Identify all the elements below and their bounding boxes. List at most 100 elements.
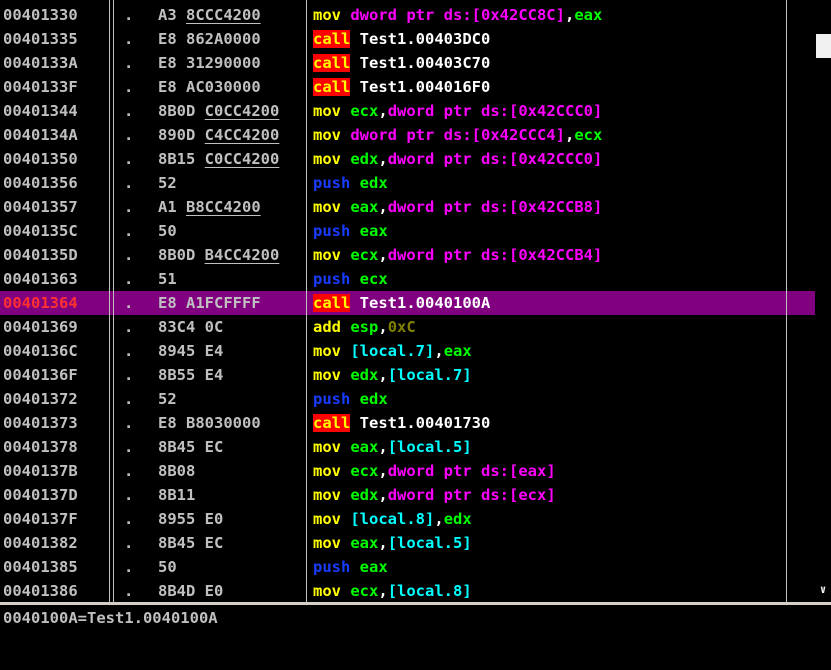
address-cell: 00401350 (3, 150, 78, 168)
operand: , (378, 198, 388, 216)
mnemonic: call (313, 78, 351, 96)
instruction-row[interactable]: 00401350. 8B15 C0CC4200 mov edx,dword ptr … (0, 147, 815, 171)
operand: [local.7] (350, 342, 435, 360)
operand: eax (350, 438, 379, 456)
column-separator[interactable] (113, 0, 114, 602)
hex-dump-cell: 8B45 EC (158, 531, 306, 555)
hex-bytes: 8B4D E0 (158, 582, 224, 600)
flow-marker: . (124, 102, 134, 120)
address-cell: 0040133A (3, 54, 78, 72)
hex-dump-cell: 8B15 C0CC4200 (158, 147, 306, 171)
instruction-row[interactable]: 00401344. 8B0D C0CC4200 mov ecx,dword ptr … (0, 99, 815, 123)
instruction-row[interactable]: 0040133A. E8 31290000 call Test1.00403C70 (0, 51, 815, 75)
hex-bytes: 8955 E0 (158, 510, 224, 528)
address-cell: 00401357 (3, 198, 78, 216)
scrollbar-thumb[interactable] (816, 34, 831, 58)
instruction-cell: push ecx (313, 267, 388, 291)
operand: Test1.00403C70 (359, 54, 491, 72)
hex-fixup-bytes: C0CC4200 (204, 150, 280, 168)
instruction-row[interactable]: 0040134A. 890D C4CC4200 mov dword ptr ds:[… (0, 123, 815, 147)
operand: , (378, 246, 388, 264)
instruction-row[interactable]: 00401356. 52 push edx (0, 171, 815, 195)
column-separator[interactable] (786, 0, 787, 602)
hex-dump-cell: 8955 E0 (158, 507, 306, 531)
info-text: 0040100A=Test1.0040100A (3, 609, 218, 627)
instruction-row[interactable]: 00401357. A1 B8CC4200 mov eax,dword ptr ds… (0, 195, 815, 219)
vertical-scrollbar[interactable]: ∨ (815, 0, 831, 602)
instruction-row[interactable]: 0040135C. 50 push eax (0, 219, 815, 243)
hex-fixup-bytes: 8CCC4200 (186, 6, 261, 24)
operand: , (564, 126, 575, 144)
flow-marker: . (124, 486, 134, 504)
instruction-row[interactable]: 00401335. E8 862A0000 call Test1.00403DC0 (0, 27, 815, 51)
instruction-row[interactable]: 0040137D. 8B11 mov edx,dword ptr ds:[ecx] (0, 483, 815, 507)
instruction-cell: add esp,0xC (313, 315, 416, 339)
hex-fixup-bytes: B8CC4200 (186, 198, 261, 216)
hex-dump-cell: 8B11 (158, 483, 306, 507)
instruction-cell: mov edx,dword ptr ds:[0x42CCC0] (313, 147, 602, 171)
operand: ecx (350, 102, 379, 120)
instruction-row[interactable]: 0040136C. 8945 E4 mov [local.7],eax (0, 339, 815, 363)
address-cell: 00401378 (3, 438, 78, 456)
hex-bytes: 50 (158, 222, 177, 240)
hex-dump-cell: 8B45 EC (158, 435, 306, 459)
instruction-row[interactable]: 00401385. 50 push eax (0, 555, 815, 579)
instruction-cell: call Test1.00403C70 (313, 51, 490, 75)
flow-marker: . (124, 438, 134, 456)
mnemonic: push (313, 390, 351, 408)
address-cell: 0040137F (3, 510, 78, 528)
address-cell: 0040137B (3, 462, 78, 480)
instruction-cell: push edx (313, 387, 388, 411)
instruction-row[interactable]: 00401382. 8B45 EC mov eax,[local.5] (0, 531, 815, 555)
chevron-down-icon[interactable]: ∨ (817, 582, 829, 598)
operand: Test1.00403DC0 (359, 30, 491, 48)
mnemonic: mov (313, 198, 341, 216)
instruction-cell: mov edx,dword ptr ds:[ecx] (313, 483, 556, 507)
instruction-row[interactable]: 0040135D. 8B0D B4CC4200 mov ecx,dword ptr … (0, 243, 815, 267)
instruction-row[interactable]: 0040133F. E8 AC030000 call Test1.004016F0 (0, 75, 815, 99)
hex-bytes: 890D (158, 126, 205, 144)
flow-marker: . (124, 150, 134, 168)
instruction-row[interactable]: 00401330. A3 8CCC4200 mov dword ptr ds:[0x… (0, 3, 815, 27)
address-cell: 00401373 (3, 414, 78, 432)
hex-bytes: A3 (158, 6, 186, 24)
hex-fixup-bytes: C4CC4200 (204, 126, 280, 144)
instruction-row[interactable]: 00401372. 52 push edx (0, 387, 815, 411)
instruction-row[interactable]: 00401378. 8B45 EC mov eax,[local.5] (0, 435, 815, 459)
flow-marker: . (124, 366, 134, 384)
info-pane: 0040100A=Test1.0040100A (0, 605, 831, 670)
mnemonic: call (313, 54, 351, 72)
operand: 0xC (387, 318, 416, 336)
instruction-row[interactable]: 00401369. 83C4 0C add esp,0xC (0, 315, 815, 339)
instruction-row[interactable]: 0040137F. 8955 E0 mov [local.8],edx (0, 507, 815, 531)
instruction-row[interactable]: 0040137B. 8B08 mov ecx,dword ptr ds:[eax] (0, 459, 815, 483)
address-cell: 0040137D (3, 486, 78, 504)
instruction-row[interactable]: 0040136F. 8B55 E4 mov edx,[local.7] (0, 363, 815, 387)
mnemonic: mov (313, 366, 341, 384)
flow-marker: . (124, 414, 134, 432)
operand: , (378, 534, 388, 552)
selected-instruction-row[interactable]: 00401364. E8 A1FCFFFF call Test1.0040100A (0, 291, 815, 315)
mnemonic: push (313, 270, 351, 288)
operand: , (378, 438, 388, 456)
instruction-row[interactable]: 00401363. 51 push ecx (0, 267, 815, 291)
flow-marker: . (124, 318, 134, 336)
mnemonic: mov (313, 102, 341, 120)
operand: ecx (350, 246, 379, 264)
hex-dump-cell: 8B55 E4 (158, 363, 306, 387)
flow-marker: . (124, 270, 134, 288)
operand: edx (359, 174, 388, 192)
disassembly-pane[interactable]: 00401330. A3 8CCC4200 mov dword ptr ds:[0x… (0, 0, 815, 602)
operand: eax (350, 534, 379, 552)
operand: , (378, 318, 388, 336)
column-separator[interactable] (109, 0, 110, 602)
hex-bytes: E8 862A0000 (158, 30, 261, 48)
instruction-row[interactable]: 00401373. E8 B8030000 call Test1.00401730 (0, 411, 815, 435)
operand: , (378, 366, 388, 384)
hex-bytes: E8 AC030000 (158, 78, 261, 96)
flow-marker: . (124, 294, 134, 312)
instruction-cell: mov ecx,dword ptr ds:[eax] (313, 459, 556, 483)
column-separator[interactable] (306, 0, 307, 602)
address-cell: 0040134A (3, 126, 78, 144)
instruction-row[interactable]: 00401386. 8B4D E0 mov ecx,[local.8] (0, 579, 815, 602)
